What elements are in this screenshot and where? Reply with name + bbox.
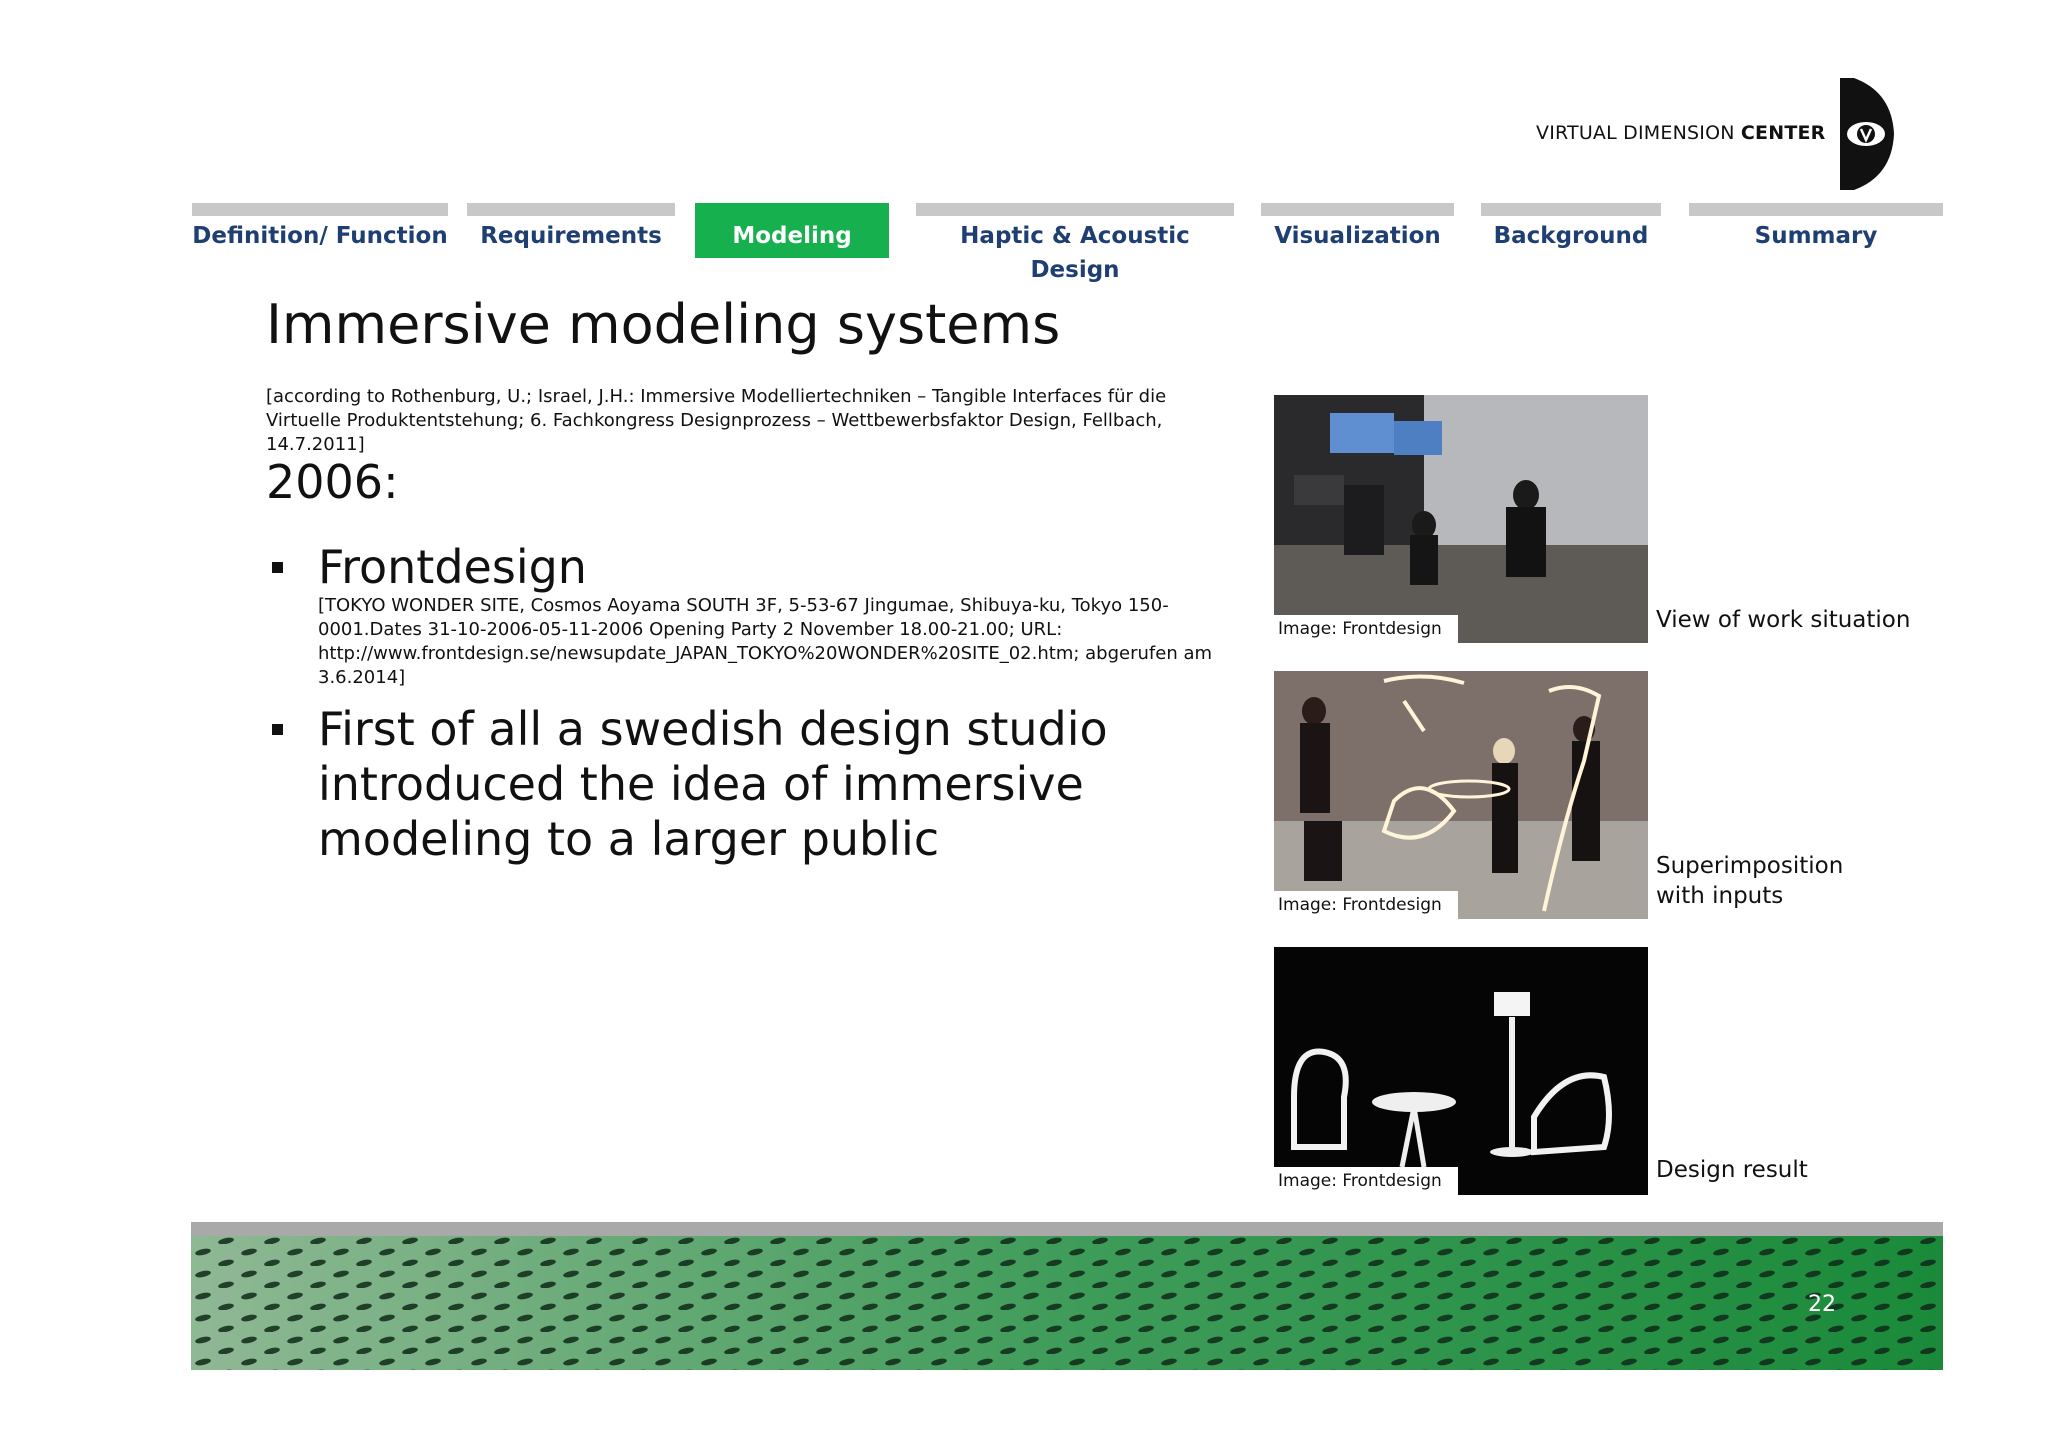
- bullet-frontdesign: Frontdesign: [318, 540, 587, 594]
- reference-citation: [according to Rothenburg, U.; Israel, J.…: [266, 386, 1167, 455]
- vdc-logo-icon: [1840, 78, 1894, 190]
- page-number: 22: [1808, 1292, 1836, 1317]
- bullet-swedish-studio: First of all a swedish design studio int…: [318, 702, 1108, 866]
- tab-modeling[interactable]: Modeling: [695, 203, 889, 258]
- photo-design-result: [1274, 947, 1648, 1195]
- image-superimposition: Image: Frontdesign: [1274, 671, 1648, 919]
- photo-work-situation: [1274, 395, 1648, 643]
- logo-text-regular: VIRTUAL DIMENSION: [1536, 122, 1735, 144]
- tab-summary[interactable]: Summary: [1689, 203, 1943, 259]
- tab-label: Requirements: [480, 223, 662, 249]
- tab-requirements[interactable]: Requirements: [467, 203, 675, 259]
- bullet-marker: [272, 562, 283, 573]
- tab-haptic-acoustic-design[interactable]: Haptic & Acoustic Design: [916, 203, 1234, 283]
- tab-label: Haptic & Acoustic Design: [960, 223, 1190, 283]
- tab-visualization[interactable]: Visualization: [1261, 203, 1454, 259]
- label-view-of-work-situation: View of work situation: [1656, 607, 1911, 633]
- slide-title: Immersive modeling systems: [266, 293, 1061, 356]
- logo-text: VIRTUAL DIMENSION CENTER: [1536, 122, 1826, 144]
- bullet-frontdesign-source: [TOKYO WONDER SITE, Cosmos Aoyama SOUTH …: [318, 595, 1213, 688]
- image-caption: Image: Frontdesign: [1274, 1167, 1458, 1195]
- year-heading: 2006:: [266, 455, 399, 509]
- tab-bar: [467, 203, 675, 216]
- tab-label: Definition/ Function: [192, 223, 448, 249]
- bullet-marker: [272, 724, 283, 735]
- tab-background[interactable]: Background: [1481, 203, 1661, 259]
- tab-bar: [1481, 203, 1661, 216]
- label-superimposition-with-inputs: Superimposition with inputs: [1656, 853, 1844, 909]
- tab-bar: [192, 203, 448, 216]
- logo-text-bold: CENTER: [1740, 122, 1826, 144]
- tab-label: Summary: [1754, 223, 1878, 249]
- tab-label: Visualization: [1274, 223, 1441, 249]
- tab-bar: [1689, 203, 1943, 216]
- label-design-result: Design result: [1656, 1157, 1808, 1183]
- tab-label: Background: [1493, 223, 1649, 249]
- tab-bar: [695, 203, 889, 216]
- photo-superimposition: [1274, 671, 1648, 919]
- image-design-result: Image: Frontdesign: [1274, 947, 1648, 1195]
- footer-pattern-band: [191, 1222, 1943, 1370]
- tab-bar: [1261, 203, 1454, 216]
- tab-label: Modeling: [732, 223, 852, 249]
- tab-bar: [916, 203, 1234, 216]
- image-caption: Image: Frontdesign: [1274, 615, 1458, 643]
- image-caption: Image: Frontdesign: [1274, 891, 1458, 919]
- tab-definition-function[interactable]: Definition/ Function: [192, 203, 448, 259]
- image-work-situation: Image: Frontdesign: [1274, 395, 1648, 643]
